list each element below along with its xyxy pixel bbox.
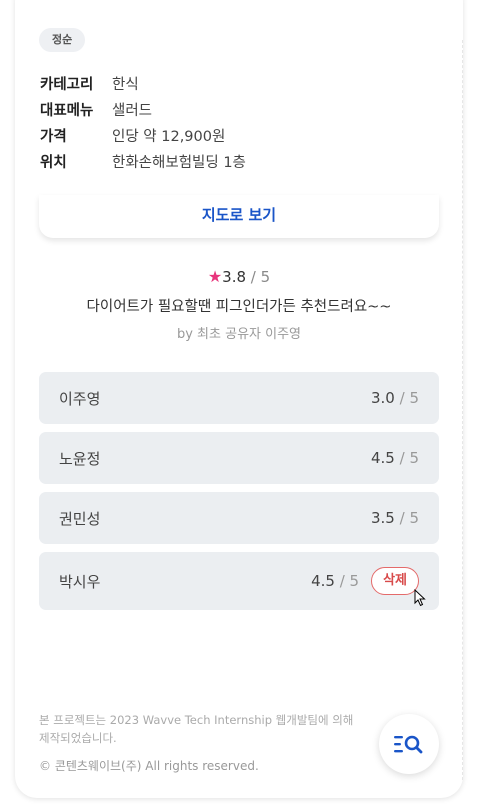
delete-button[interactable]: 삭제 [371, 567, 419, 595]
score-max: / 5 [399, 389, 419, 407]
info-value: 한식 [112, 76, 139, 93]
info-key: 카테고리 [40, 76, 94, 93]
score-row-own: 박시우 4.5 / 5 삭제 [39, 552, 439, 610]
review-author: by 최초 공유자 이주영 [176, 327, 302, 342]
score-row: 노윤정 4.5 / 5 [39, 432, 439, 484]
info-table: 카테고리 한식 대표메뉴 샐러드 가격 인당 약 12,900원 위치 한화손해… [40, 70, 246, 174]
reviewer-name: 노윤정 [59, 449, 101, 468]
tag-badge: 정순 [39, 28, 86, 52]
review-text: 다이어트가 필요할땐 피그인더가든 추천드려요~~ [86, 299, 392, 315]
score-max: / 5 [399, 509, 419, 527]
average-score: 3.8 [222, 268, 247, 286]
reviewer-score: 3.5 / 5 [371, 509, 419, 527]
cursor-pointer-icon [414, 589, 426, 607]
search-list-icon [394, 735, 423, 754]
info-row-price: 가격 인당 약 12,900원 [40, 122, 246, 148]
view-map-button[interactable]: 지도로 보기 [39, 195, 439, 238]
reviewer-name: 박시우 [59, 572, 101, 591]
info-key: 위치 [40, 154, 67, 171]
info-key: 가격 [40, 128, 67, 145]
reviewer-name: 권민성 [59, 509, 101, 528]
score-max: / 5 [399, 449, 419, 467]
score-max: / 5 [250, 268, 271, 286]
average-rating: ★3.8 / 5 [0, 267, 478, 286]
score-value: 3.5 [370, 509, 395, 527]
footer-credit: 본 프로젝트는 2023 Wavve Tech Internship 웹개발팀에… [39, 711, 359, 747]
info-row-menu: 대표메뉴 샐러드 [40, 96, 246, 122]
score-row: 권민성 3.5 / 5 [39, 492, 439, 544]
score-max: / 5 [339, 572, 360, 590]
footer-line: 제작되었습니다. [39, 731, 117, 745]
info-row-location: 위치 한화손해보험빌딩 1층 [40, 148, 246, 174]
score-row: 이주영 3.0 / 5 [39, 372, 439, 424]
info-key: 대표메뉴 [40, 102, 94, 119]
footer-line: 본 프로젝트는 2023 Wavve Tech Internship 웹개발팀에… [39, 713, 354, 727]
info-value: 샐러드 [112, 102, 153, 119]
score-value: 3.0 [370, 389, 395, 407]
copyright: © 콘텐츠웨이브(주) All rights reserved. [39, 759, 259, 773]
search-list-button[interactable] [379, 714, 439, 774]
info-value: 인당 약 12,900원 [112, 128, 226, 145]
divider-dashed [462, 40, 463, 780]
reviewer-score: 3.0 / 5 [371, 389, 419, 407]
score-value: 4.5 [311, 572, 335, 590]
reviewer-score: 4.5 / 5 [311, 572, 359, 590]
score-actions: 4.5 / 5 삭제 [311, 567, 419, 595]
info-row-category: 카테고리 한식 [40, 70, 246, 96]
reviewer-score: 4.5 / 5 [371, 449, 419, 467]
score-value: 4.5 [370, 449, 395, 467]
reviewer-name: 이주영 [59, 389, 101, 408]
info-value: 한화손해보험빌딩 1층 [112, 154, 246, 171]
star-icon: ★ [207, 267, 223, 286]
